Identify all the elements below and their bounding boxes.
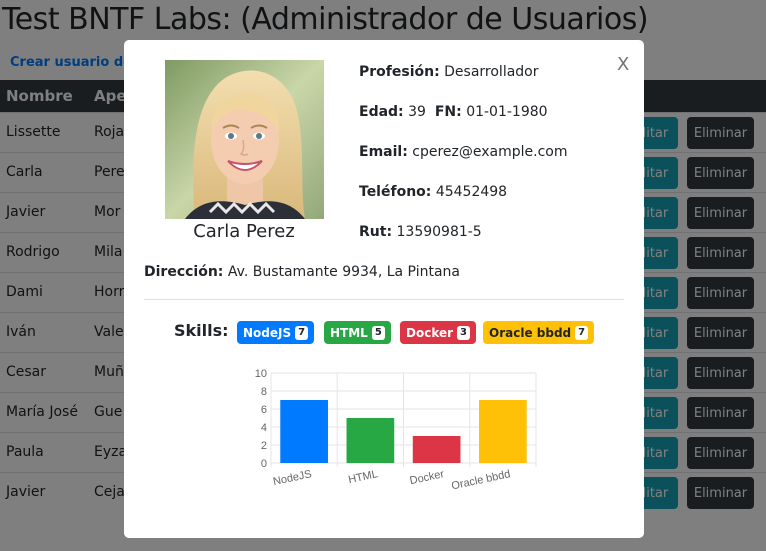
profesion-value: Desarrollador <box>444 64 539 80</box>
y-tick-label: 10 <box>255 368 267 380</box>
direccion-value: Av. Bustamante 9934, La Pintana <box>227 264 460 280</box>
skill-badge-name: HTML <box>330 325 368 340</box>
email-row: Email: cperez@example.com <box>359 144 567 160</box>
x-tick-label: Oracle bbdd <box>450 468 511 492</box>
skill-badge-count: 5 <box>371 325 385 340</box>
x-tick-label: HTML <box>347 468 379 486</box>
y-tick-label: 4 <box>261 422 267 434</box>
edad-value: 39 <box>408 104 426 120</box>
skills-label: Skills: <box>174 321 229 340</box>
bar <box>346 418 395 463</box>
close-button[interactable]: X <box>617 54 629 75</box>
fn-value: 01-01-1980 <box>466 104 548 120</box>
user-full-name: Carla Perez <box>193 221 295 242</box>
rut-row: Rut: 13590981-5 <box>359 224 482 240</box>
skills-bar-chart: 0 2 4 6 8 10 NodeJS HTML Docker Oracle bbdd <box>255 368 537 492</box>
fn-label: FN: <box>434 104 462 120</box>
edad-row: Edad: 39 FN: 01-01-1980 <box>359 104 548 120</box>
skill-badge-name: Oracle bbdd <box>489 325 572 340</box>
y-tick-label: 2 <box>261 440 267 452</box>
skill-badge: Oracle bbdd 7 <box>483 321 595 344</box>
y-tick-label: 8 <box>261 386 267 398</box>
x-tick-label: Docker <box>409 468 446 487</box>
skill-badge-name: Docker <box>406 325 454 340</box>
skills-chart: 0 2 4 6 8 10 NodeJS HTML Docker Oracle bbdd <box>249 365 539 529</box>
y-tick-label: 0 <box>261 458 267 470</box>
divider <box>144 299 624 300</box>
telefono-value: 45452498 <box>435 184 508 200</box>
y-tick-label: 6 <box>261 404 267 416</box>
user-detail-modal: X Carla Perez Profesión: Desarrollador E… <box>124 40 644 538</box>
edad-label: Edad: <box>359 104 404 120</box>
telefono-label: Teléfono: <box>359 184 432 200</box>
skill-badge: HTML 5 <box>324 321 391 344</box>
x-tick-label: NodeJS <box>272 468 313 488</box>
rut-value: 13590981-5 <box>396 224 482 240</box>
user-photo <box>165 60 324 219</box>
telefono-row: Teléfono: 45452498 <box>359 184 507 200</box>
skill-badge: Docker 3 <box>400 321 477 344</box>
direccion-row: Dirección: Av. Bustamante 9934, La Pinta… <box>144 264 460 280</box>
email-label: Email: <box>359 144 408 160</box>
bar <box>412 436 461 463</box>
profesion-row: Profesión: Desarrollador <box>359 64 539 80</box>
skill-badge-count: 3 <box>457 325 471 340</box>
skill-badge-count: 7 <box>295 325 309 340</box>
email-value: cperez@example.com <box>412 144 568 160</box>
direccion-label: Dirección: <box>144 264 224 280</box>
rut-label: Rut: <box>359 224 393 240</box>
skill-badge-name: NodeJS <box>243 325 292 340</box>
bar <box>479 400 527 463</box>
skill-badge-count: 7 <box>575 325 589 340</box>
bar <box>280 400 328 463</box>
skill-badge: NodeJS 7 <box>237 321 315 344</box>
profesion-label: Profesión: <box>359 64 440 80</box>
